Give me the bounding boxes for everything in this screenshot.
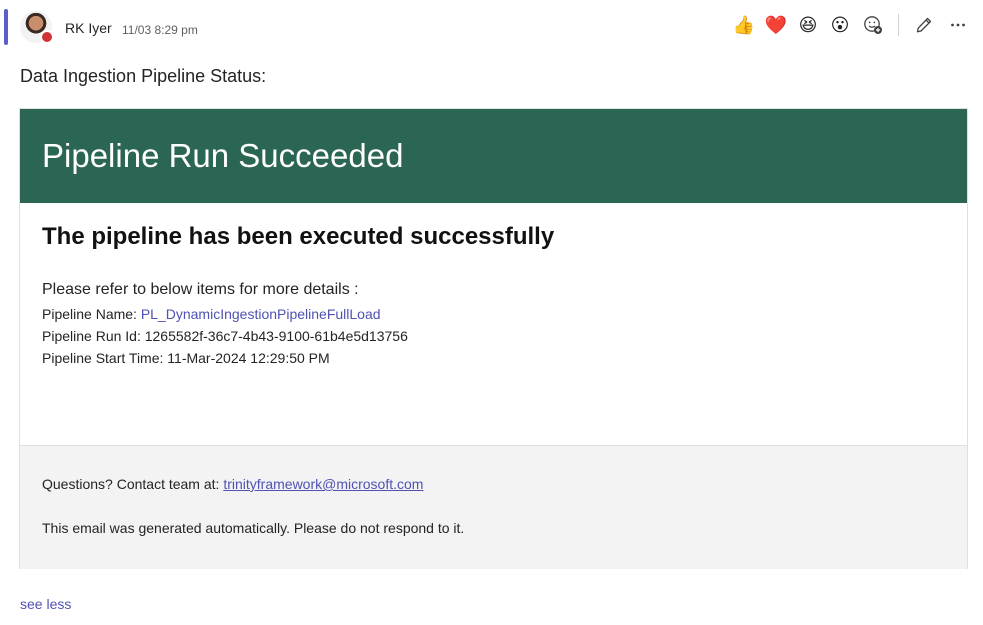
start-time-value: 11-Mar-2024 12:29:50 PM — [167, 350, 330, 366]
start-time-label: Pipeline Start Time: — [42, 350, 168, 366]
message-title: Data Ingestion Pipeline Status: — [20, 66, 267, 86]
start-time-row: Pipeline Start Time: 11-Mar-2024 12:29:5… — [42, 347, 945, 369]
message-actions: 👍 ❤️ 😆 😮 — [732, 12, 971, 38]
toolbar-divider — [898, 14, 899, 36]
run-id-value: 1265582f-36c7-4b43-9100-61b4e5d13756 — [144, 328, 408, 344]
more-options-icon[interactable] — [945, 12, 971, 38]
pipeline-name-link[interactable]: PL_DynamicIngestionPipelineFullLoad — [141, 306, 381, 322]
surprised-icon[interactable]: 😮 — [828, 13, 852, 37]
heart-icon[interactable]: ❤️ — [764, 13, 788, 37]
edit-icon[interactable] — [911, 12, 937, 38]
sender-name[interactable]: RK Iyer — [65, 20, 112, 36]
run-id-row: Pipeline Run Id: 1265582f-36c7-4b43-9100… — [42, 325, 945, 347]
contact-email-link[interactable]: trinityframework@microsoft.com — [223, 476, 423, 492]
pipeline-name-label: Pipeline Name: — [42, 306, 141, 322]
refer-text: Please refer to below items for more det… — [42, 281, 359, 298]
add-reaction-icon[interactable] — [860, 12, 886, 38]
message-accent-bar — [4, 9, 8, 45]
card-heading: The pipeline has been executed successfu… — [42, 223, 555, 250]
adaptive-card: Pipeline Run Succeeded The pipeline has … — [19, 108, 968, 569]
presence-busy-indicator — [40, 30, 54, 44]
chat-message: RK Iyer 11/03 8:29 pm 👍 ❤️ 😆 😮 Data Inge… — [0, 0, 983, 625]
card-footer: Questions? Contact team at: trinityframe… — [20, 445, 967, 569]
card-body: The pipeline has been executed successfu… — [20, 203, 967, 445]
message-timestamp: 11/03 8:29 pm — [122, 23, 198, 37]
card-header-title: Pipeline Run Succeeded — [42, 137, 404, 174]
card-header: Pipeline Run Succeeded — [20, 109, 967, 203]
thumbs-up-icon[interactable]: 👍 — [732, 13, 756, 37]
questions-text: Questions? Contact team at: — [42, 476, 224, 492]
avatar[interactable] — [20, 11, 54, 44]
run-id-label: Pipeline Run Id: — [42, 328, 145, 344]
pipeline-name-row: Pipeline Name: PL_DynamicIngestionPipeli… — [42, 303, 945, 325]
contact-line: Questions? Contact team at: trinityframe… — [42, 476, 945, 492]
auto-generated-note: This email was generated automatically. … — [42, 520, 465, 536]
see-less-link[interactable]: see less — [20, 596, 71, 612]
laugh-icon[interactable]: 😆 — [796, 13, 820, 37]
